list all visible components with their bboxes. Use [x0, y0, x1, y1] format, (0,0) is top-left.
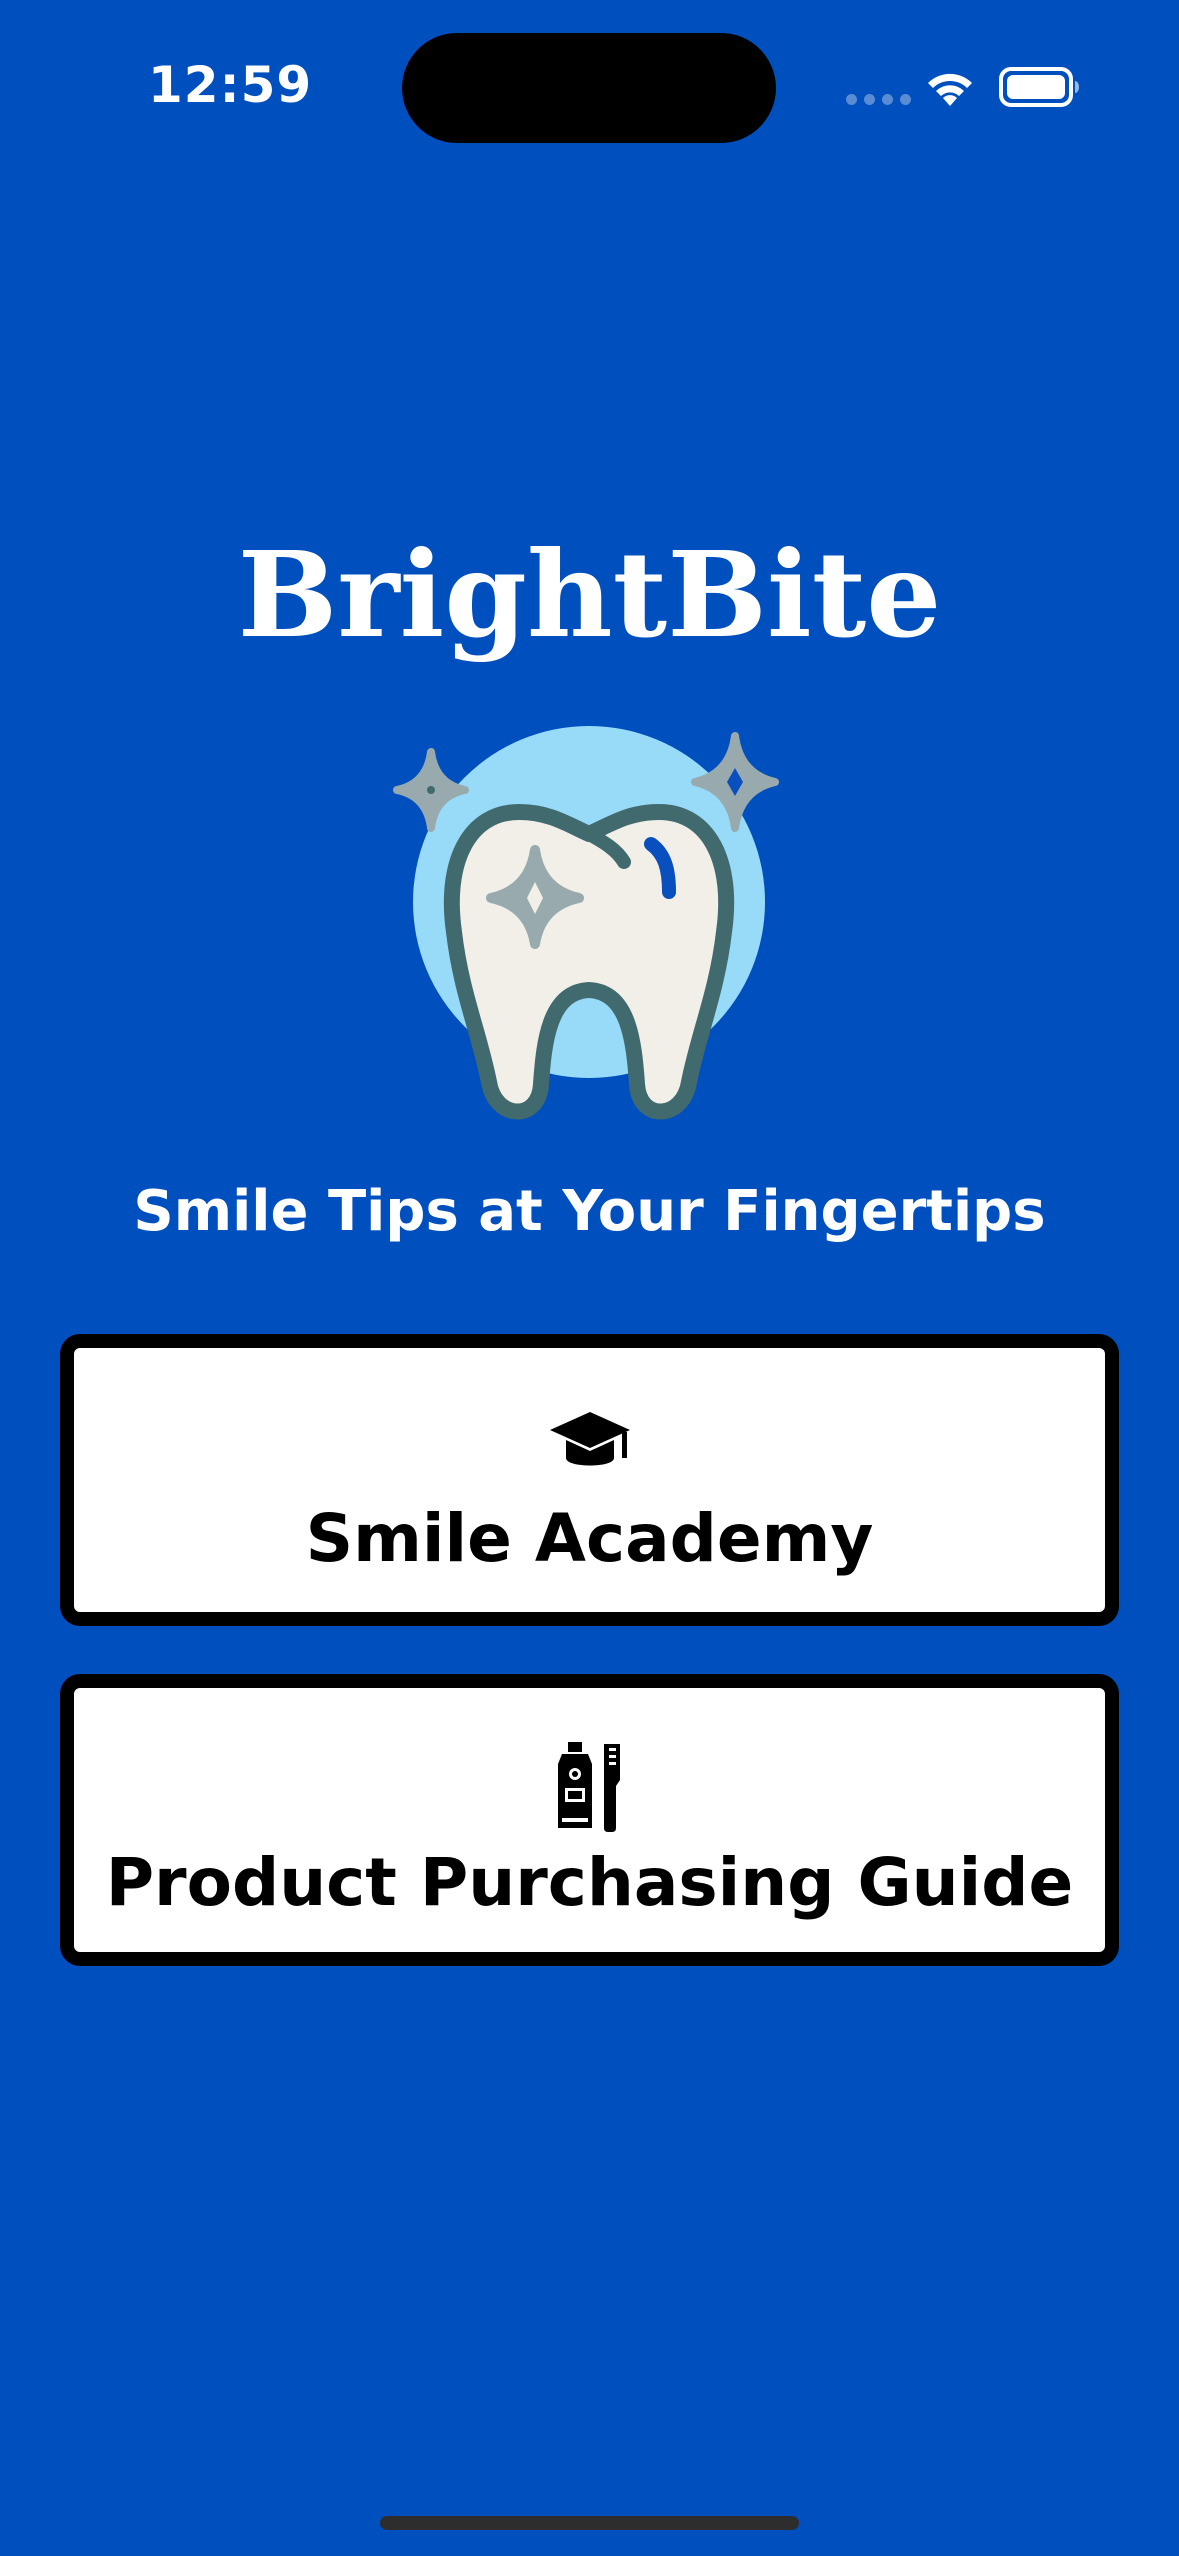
- status-bar: 12:59: [0, 0, 1179, 150]
- dynamic-island: [402, 33, 776, 143]
- product-purchasing-guide-button[interactable]: Product Purchasing Guide: [60, 1674, 1119, 1966]
- home-indicator[interactable]: [380, 2516, 799, 2530]
- toothpaste-toothbrush-icon: [557, 1742, 620, 1832]
- app-title: BrightBite: [237, 525, 942, 664]
- status-time: 12:59: [148, 56, 313, 114]
- smile-academy-label: Smile Academy: [305, 1500, 874, 1577]
- sparkling-tooth-icon: [393, 726, 779, 1120]
- wifi-icon: [928, 73, 972, 106]
- signal-dots-icon: [846, 94, 911, 105]
- smile-academy-button[interactable]: Smile Academy: [60, 1334, 1119, 1626]
- tagline: Smile Tips at Your Fingertips: [133, 1179, 1046, 1244]
- graduation-cap-icon: [549, 1412, 630, 1466]
- battery-icon: [999, 67, 1079, 107]
- product-purchasing-guide-label: Product Purchasing Guide: [105, 1844, 1074, 1921]
